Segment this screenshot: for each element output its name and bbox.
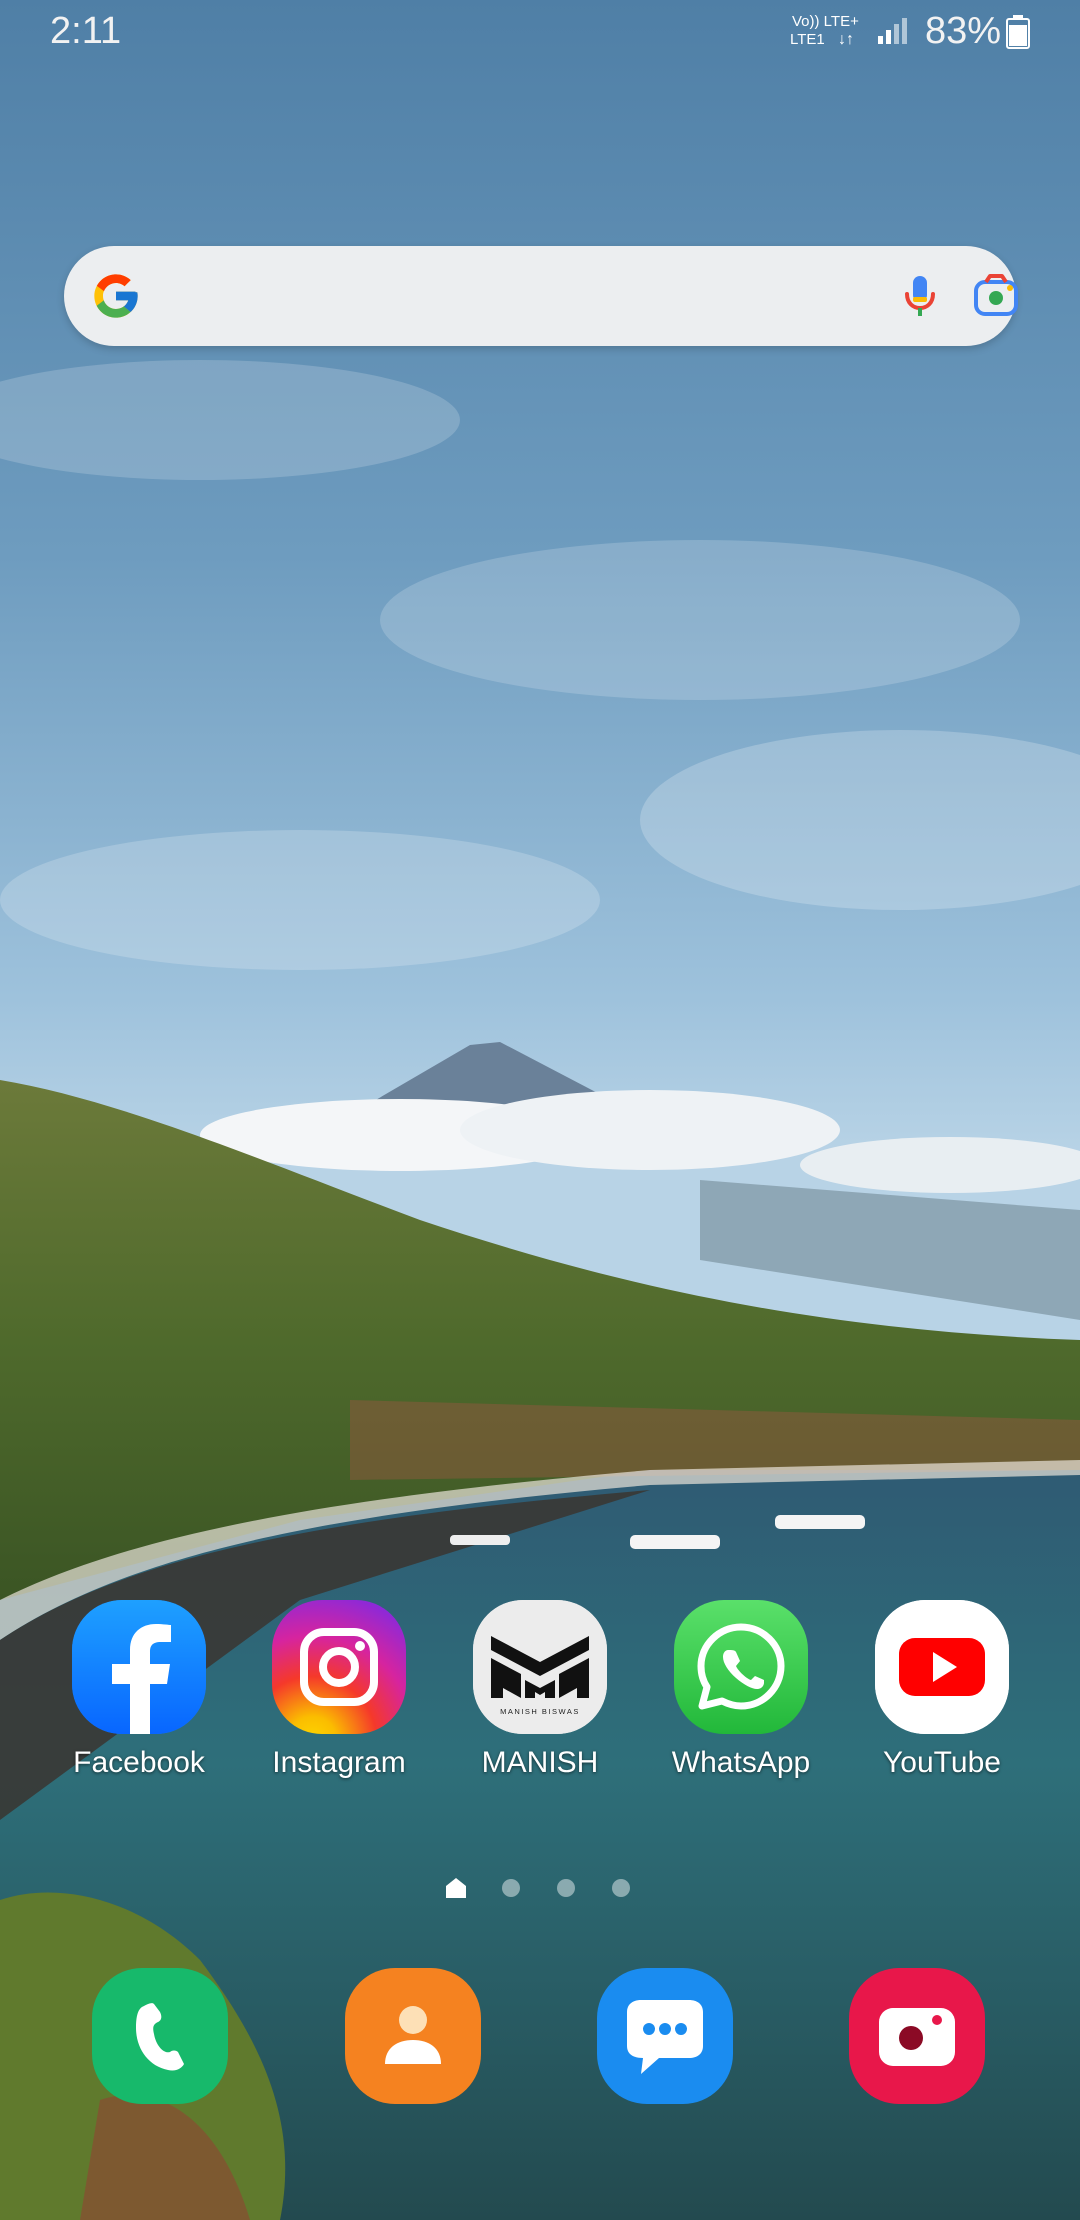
page-dot[interactable]	[557, 1879, 575, 1897]
battery-icon	[1006, 15, 1030, 49]
app-manish[interactable]: MANISH BISWAS MANISH	[455, 1600, 625, 1780]
logo-text: MANISH BISWAS	[500, 1707, 580, 1716]
clock: 2:11	[50, 10, 122, 52]
app-youtube[interactable]: YouTube	[857, 1600, 1027, 1780]
google-g-icon	[94, 274, 138, 318]
battery-percent: 83%	[925, 10, 1002, 52]
manish-biswas-logo-icon: MANISH BISWAS	[473, 1600, 607, 1734]
instagram-icon	[272, 1600, 406, 1734]
google-lens-icon[interactable]	[970, 270, 1022, 322]
app-label: MANISH	[481, 1746, 599, 1779]
app-instagram[interactable]: Instagram	[254, 1600, 424, 1780]
google-search-bar[interactable]	[64, 246, 1018, 346]
app-label: WhatsApp	[671, 1746, 811, 1779]
dock-contacts[interactable]	[345, 1968, 481, 2104]
messages-icon	[597, 1968, 733, 2104]
status-bar: 2:11 Vo)) LTE+ LTE1 ↓↑ 83%	[0, 0, 1080, 66]
app-label: YouTube	[883, 1746, 1001, 1779]
network-label-bottom: LTE1	[790, 31, 825, 48]
app-facebook[interactable]: Facebook	[54, 1600, 224, 1780]
page-dot[interactable]	[612, 1879, 630, 1897]
camera-icon	[849, 1968, 985, 2104]
network-label-top: Vo)) LTE+	[792, 13, 859, 30]
app-label: Instagram	[272, 1746, 406, 1779]
contacts-icon	[345, 1968, 481, 2104]
page-dot[interactable]	[502, 1879, 520, 1897]
signal-icon	[878, 18, 907, 44]
dock-messages[interactable]	[597, 1968, 733, 2104]
app-label: Facebook	[73, 1746, 205, 1779]
youtube-icon	[875, 1600, 1009, 1734]
dock-camera[interactable]	[849, 1968, 985, 2104]
microphone-icon[interactable]	[894, 270, 946, 322]
network-indicator: Vo)) LTE+ LTE1 ↓↑	[790, 12, 874, 56]
data-arrows-icon: ↓↑	[838, 31, 854, 48]
dock-phone[interactable]	[92, 1968, 228, 2104]
whatsapp-icon	[674, 1600, 808, 1734]
app-whatsapp[interactable]: WhatsApp	[656, 1600, 826, 1780]
facebook-icon	[72, 1600, 206, 1734]
phone-icon	[92, 1968, 228, 2104]
battery-level	[1009, 25, 1027, 46]
page-indicator	[440, 1872, 640, 1902]
home-icon[interactable]	[444, 1876, 468, 1900]
